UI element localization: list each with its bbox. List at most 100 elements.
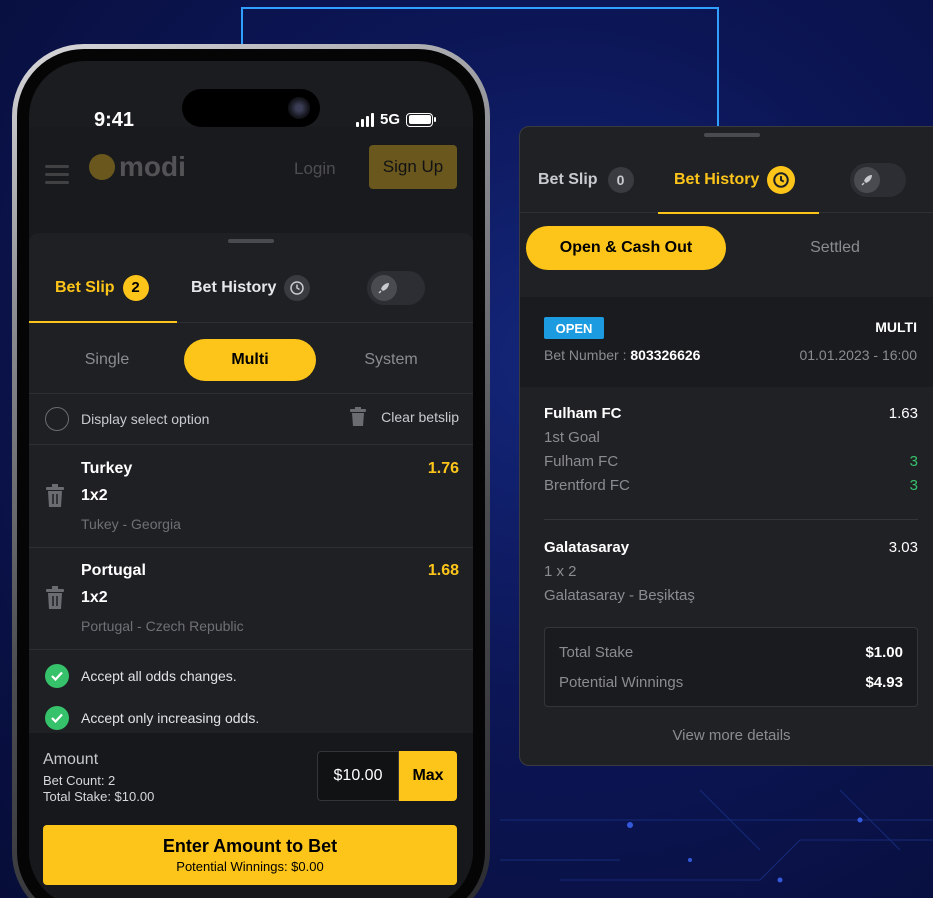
leg-market: 1st Goal: [544, 429, 600, 446]
check-icon: [45, 664, 69, 688]
leg-team: Fulham FC: [544, 405, 622, 422]
leg-team: Galatasaray: [544, 539, 630, 556]
accept-all-odds-option[interactable]: Accept all odds changes.: [45, 664, 237, 688]
trash-icon[interactable]: [45, 586, 65, 610]
segment-open-cash-out[interactable]: Open & Cash Out: [526, 226, 726, 270]
selection-row: Portugal 1x2 Portugal - Czech Republic 1…: [29, 548, 473, 650]
tab-bet-history-label: Bet History: [674, 171, 760, 188]
selection-market: 1x2: [81, 589, 108, 606]
trash-icon: [350, 407, 367, 426]
type-single[interactable]: Single: [57, 339, 157, 381]
bet-slip-sheet: Bet Slip 2 Bet History Single Multi Syst…: [29, 233, 473, 898]
accept-increasing-odds-label: Accept only increasing odds.: [81, 710, 260, 726]
network-label: 5G: [379, 111, 400, 128]
bet-date: 01.01.2023 - 16:00: [799, 347, 917, 363]
accept-increasing-odds-option[interactable]: Accept only increasing odds.: [45, 706, 259, 730]
status-icons: 5G: [355, 111, 436, 128]
amount-section: Amount Bet Count: 2 Total Stake: $10.00 …: [29, 733, 473, 898]
history-icon: [767, 166, 796, 194]
selection-row: Turkey 1x2 Tukey - Georgia 1.76: [29, 446, 473, 548]
segment-settled[interactable]: Settled: [735, 226, 933, 270]
rocket-icon: [854, 167, 880, 193]
phone-screen: 9:41 5G modi Login Sign Up Bet Slip 2 Be…: [29, 61, 473, 898]
menu-icon: [45, 165, 69, 189]
bet-number-value: 803326626: [630, 347, 701, 363]
panel-handle[interactable]: [704, 133, 760, 137]
leg-odds: 1.63: [888, 405, 918, 422]
amount-input[interactable]: $10.00: [317, 751, 399, 801]
selection-odds: 1.76: [427, 460, 459, 477]
selection-match: Portugal - Czech Republic: [81, 618, 244, 634]
battery-icon: [406, 112, 436, 127]
max-button[interactable]: Max: [399, 751, 457, 801]
display-option-radio[interactable]: [45, 407, 69, 431]
clear-betslip-button[interactable]: Clear betslip: [349, 407, 459, 427]
rocket-icon: [371, 274, 397, 301]
signup-button: Sign Up: [369, 145, 457, 189]
quick-bet-toggle[interactable]: [367, 270, 425, 305]
tab-bet-slip[interactable]: Bet Slip 2: [29, 253, 177, 323]
potential-winnings-label: Potential Winnings: $0.00: [176, 859, 324, 874]
view-more-details-link[interactable]: View more details: [520, 727, 933, 744]
ticket-summary: Total Stake $1.00 Potential Winnings $4.…: [544, 627, 918, 707]
ticket-leg: Galatasaray 3.03 1 x 2 Galatasaray - Beş…: [544, 539, 918, 619]
type-multi[interactable]: Multi: [184, 339, 316, 381]
ticket-type: MULTI: [875, 319, 917, 335]
login-link: Login: [294, 159, 336, 178]
tab-bet-history-label: Bet History: [191, 278, 277, 296]
place-bet-label: Enter Amount to Bet: [162, 836, 338, 856]
tab-bet-slip[interactable]: Bet Slip 0: [538, 147, 634, 213]
leg-line: Galatasaray - Beşiktaş: [544, 587, 695, 604]
bet-type-selector: Single Multi System: [29, 324, 473, 394]
bet-slip-count-badge: 0: [607, 167, 634, 193]
sheet-handle[interactable]: [228, 239, 274, 243]
bet-slip-count-badge: 2: [122, 274, 149, 301]
potential-winnings-label: Potential Winnings: [559, 674, 684, 691]
leg-line: Brentford FC: [544, 477, 630, 494]
bet-tabs: Bet Slip 2 Bet History: [29, 253, 473, 323]
total-stake-label: Total Stake: [559, 644, 634, 661]
quick-bet-toggle-wrap: [367, 253, 425, 322]
check-icon: [45, 706, 69, 730]
camera-icon: [288, 97, 310, 119]
leg-score: 3: [909, 477, 918, 494]
tab-bet-history[interactable]: Bet History: [177, 253, 367, 322]
divider: [544, 519, 918, 520]
phone-frame: 9:41 5G modi Login Sign Up Bet Slip 2 Be…: [12, 44, 490, 898]
place-bet-button[interactable]: Enter Amount to Bet Potential Winnings: …: [43, 825, 457, 885]
background-app-header: modi Login Sign Up: [29, 127, 473, 247]
selection-team: Portugal: [81, 562, 146, 579]
bet-count: Bet Count: 2: [43, 773, 116, 788]
leg-score: 3: [909, 453, 918, 470]
bet-number: Bet Number : 803326626: [544, 347, 700, 363]
display-option-label: Display select option: [81, 411, 210, 427]
logo-text: modi: [119, 151, 186, 182]
potential-winnings-value: $4.93: [865, 674, 903, 691]
dynamic-island: [182, 89, 320, 127]
selection-market: 1x2: [81, 487, 108, 504]
logo: modi: [89, 151, 186, 183]
accept-all-odds-label: Accept all odds changes.: [81, 668, 237, 684]
bet-status-segments: Open & Cash Out Settled: [520, 214, 933, 294]
tab-bet-slip-label: Bet Slip: [55, 278, 115, 296]
tab-bet-slip-label: Bet Slip: [538, 171, 598, 188]
signal-icon: [355, 112, 374, 127]
ticket-header: OPEN MULTI Bet Number : 803326626 01.01.…: [520, 297, 933, 387]
status-bar: 9:41 5G: [29, 61, 473, 131]
panel-tabs: Bet Slip 0 Bet History: [520, 147, 933, 214]
status-time: 9:41: [94, 109, 135, 131]
history-icon: [284, 274, 311, 301]
quick-bet-toggle[interactable]: [850, 163, 906, 197]
type-system[interactable]: System: [341, 339, 441, 381]
total-stake: Total Stake: $10.00: [43, 789, 155, 804]
total-stake-value: $1.00: [865, 644, 903, 661]
leg-odds: 3.03: [888, 539, 918, 556]
ticket-leg: Fulham FC 1.63 1st Goal Fulham FC 3 Bren…: [544, 405, 918, 505]
selection-match: Tukey - Georgia: [81, 516, 181, 532]
leg-line: Fulham FC: [544, 453, 619, 470]
clear-betslip-label: Clear betslip: [381, 409, 459, 425]
selection-team: Turkey: [81, 460, 133, 477]
betslip-options-row: Display select option Clear betslip: [29, 395, 473, 445]
tab-bet-history[interactable]: Bet History: [657, 147, 820, 214]
trash-icon[interactable]: [45, 484, 65, 508]
